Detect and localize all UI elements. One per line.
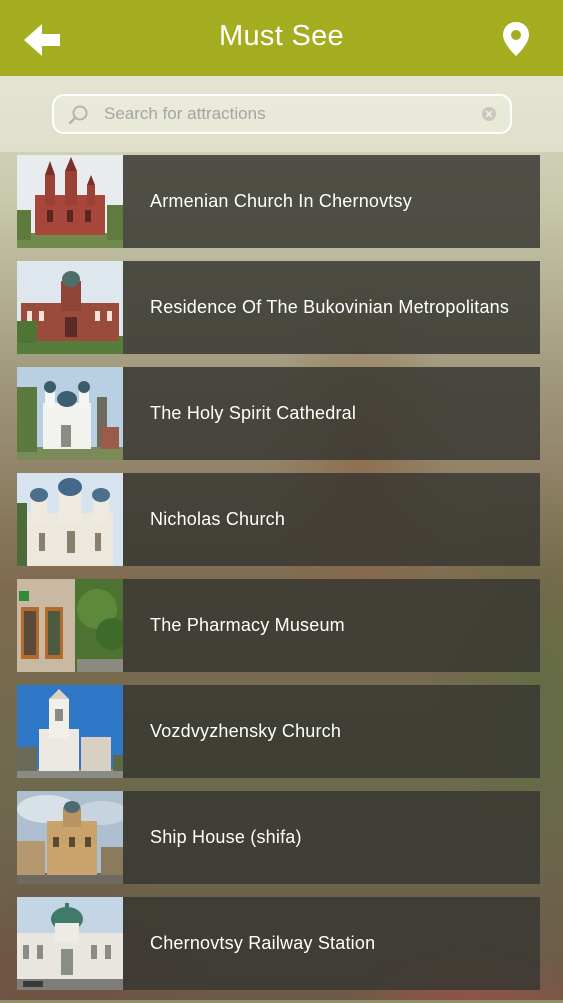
thumbnail-pharmacy-museum [17,579,123,672]
thumbnail-holy-spirit-cathedral [17,367,123,460]
list-item[interactable]: The Holy Spirit Cathedral [17,367,540,460]
search-bar-area [0,76,563,152]
search-input[interactable] [104,96,464,132]
search-field[interactable] [52,94,512,134]
page-title: Must See [219,20,344,52]
attraction-label: Armenian Church In Chernovtsy [150,191,412,211]
thumbnail-ship-house [17,791,123,884]
thumbnail-railway-station [17,897,123,990]
app-header: Must See [0,0,563,76]
location-pin-icon [503,22,529,56]
attraction-label: Ship House (shifa) [150,827,302,847]
clear-search-icon[interactable] [482,107,496,121]
attraction-label: Vozdvyzhensky Church [150,721,342,741]
thumbnail-residence [17,261,123,354]
list-item[interactable]: Chernovtsy Railway Station [17,897,540,990]
thumbnail-nicholas-church [17,473,123,566]
search-icon [68,105,88,125]
thumbnail-armenian-church [17,155,123,248]
list-item[interactable]: Nicholas Church [17,473,540,566]
attraction-label: Residence Of The Bukovinian Metropolitan… [150,297,510,317]
list-item[interactable]: Armenian Church In Chernovtsy [17,155,540,248]
attraction-label: The Pharmacy Museum [150,615,345,635]
attraction-label: Nicholas Church [150,509,286,529]
list-item[interactable]: Vozdvyzhensky Church [17,685,540,778]
list-item[interactable]: Ship House (shifa) [17,791,540,884]
list-item[interactable]: The Pharmacy Museum [17,579,540,672]
attraction-label: Chernovtsy Railway Station [150,933,376,953]
list-item[interactable]: Residence Of The Bukovinian Metropolitan… [17,261,540,354]
location-button[interactable] [500,20,532,60]
attractions-list: Armenian Church In Chernovtsy Residence … [17,155,540,1003]
attraction-label: The Holy Spirit Cathedral [150,403,357,423]
thumbnail-vozdvyzhensky-church [17,685,123,778]
